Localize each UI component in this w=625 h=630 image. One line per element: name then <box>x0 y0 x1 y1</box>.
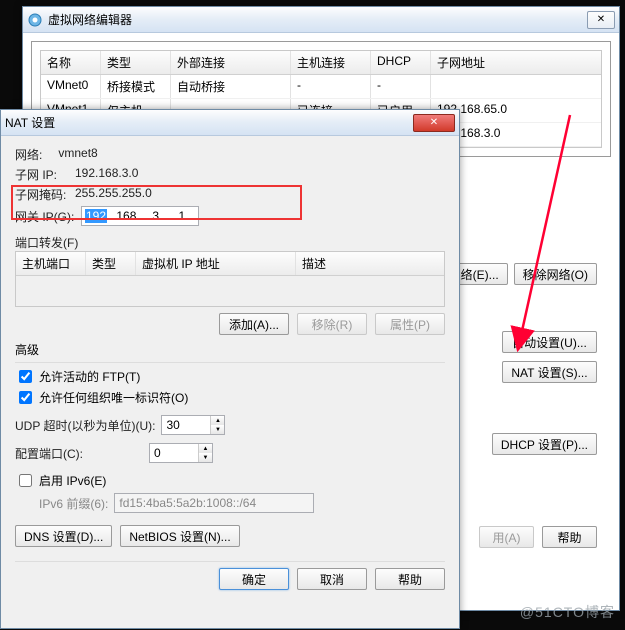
udp-timeout-label: UDP 超时(以秒为单位)(U): <box>15 417 155 434</box>
col-ext: 外部连接 <box>171 51 291 74</box>
allow-org-checkbox[interactable]: 允许任何组织唯一标识符(O) <box>15 388 445 407</box>
spin-up[interactable]: ▲ <box>199 444 212 453</box>
col-type: 类型 <box>101 51 171 74</box>
nat-body: 网络: vmnet8 子网 IP: 192.168.3.0 子网掩码: 255.… <box>1 136 459 628</box>
col-dhcp: DHCP <box>371 51 431 74</box>
app-icon <box>27 12 43 28</box>
network-label: 网络: <box>15 146 42 163</box>
spin-up[interactable]: ▲ <box>211 416 224 425</box>
nat-settings-dialog: NAT 设置 ✕ 网络: vmnet8 子网 IP: 192.168.3.0 子… <box>0 109 460 629</box>
dns-settings-button[interactable]: DNS 设置(D)... <box>15 525 112 547</box>
config-port-input[interactable] <box>150 444 198 462</box>
spin-down[interactable]: ▼ <box>199 453 212 462</box>
ipv6-check-input[interactable] <box>19 474 32 487</box>
config-port-label: 配置端口(C): <box>15 445 143 462</box>
config-port-spinner[interactable]: ▲▼ <box>149 443 213 463</box>
table-header: 名称 类型 外部连接 主机连接 DHCP 子网地址 <box>41 51 601 75</box>
help-button[interactable]: 帮助 <box>375 568 445 590</box>
port-forward-label: 端口转发(F) <box>15 234 445 251</box>
nat-titlebar: NAT 设置 ✕ <box>1 110 459 136</box>
ipv6-prefix-input <box>114 493 314 513</box>
col-vmip: 虚拟机 IP 地址 <box>136 252 296 275</box>
pf-add-button[interactable]: 添加(A)... <box>219 313 289 335</box>
ip-octet-3[interactable]: 3 <box>152 209 159 223</box>
col-subnet: 子网地址 <box>431 51 601 74</box>
org-check-input[interactable] <box>19 391 32 404</box>
ipv6-prefix-label: IPv6 前缀(6): <box>39 495 108 512</box>
allow-ftp-checkbox[interactable]: 允许活动的 FTP(T) <box>15 367 445 386</box>
ip-octet-1[interactable]: 192 <box>85 209 107 223</box>
pf-header: 主机端口 类型 虚拟机 IP 地址 描述 <box>16 252 444 276</box>
cancel-button[interactable]: 取消 <box>297 568 367 590</box>
advanced-label: 高级 <box>15 341 445 358</box>
pf-remove-button: 移除(R) <box>297 313 367 335</box>
watermark: @51CTO博客 <box>520 602 615 622</box>
port-forward-table: 主机端口 类型 虚拟机 IP 地址 描述 <box>15 251 445 307</box>
ip-octet-2[interactable]: 168 <box>116 209 136 223</box>
apply-button: 用(A) <box>479 526 534 548</box>
window-title: 虚拟网络编辑器 <box>48 11 132 28</box>
close-button[interactable]: ✕ <box>413 114 455 132</box>
gateway-label: 网关 IP(G): <box>15 208 75 225</box>
close-button[interactable]: ✕ <box>587 11 615 29</box>
dialog-title: NAT 设置 <box>5 114 55 131</box>
udp-timeout-input[interactable] <box>162 416 210 434</box>
subnet-ip-value: 192.168.3.0 <box>75 166 138 183</box>
ip-octet-4[interactable]: 1 <box>178 209 185 223</box>
subnet-mask-label: 子网掩码: <box>15 186 69 203</box>
udp-timeout-spinner[interactable]: ▲▼ <box>161 415 225 435</box>
remove-network-button[interactable]: 移除网络(O) <box>514 263 597 285</box>
dhcp-settings-button[interactable]: DHCP 设置(P)... <box>492 433 597 455</box>
netbios-settings-button[interactable]: NetBIOS 设置(N)... <box>120 525 239 547</box>
auto-settings-button[interactable]: 自动设置(U)... <box>502 331 597 353</box>
nat-settings-button[interactable]: NAT 设置(S)... <box>502 361 597 383</box>
enable-ipv6-checkbox[interactable]: 启用 IPv6(E) <box>15 471 445 490</box>
subnet-mask-value: 255.255.255.0 <box>75 186 152 203</box>
col-hostport: 主机端口 <box>16 252 86 275</box>
ftp-check-input[interactable] <box>19 370 32 383</box>
subnet-ip-label: 子网 IP: <box>15 166 69 183</box>
titlebar: 虚拟网络编辑器 ✕ <box>23 7 619 33</box>
network-value: vmnet8 <box>58 146 97 163</box>
col-host: 主机连接 <box>291 51 371 74</box>
pf-props-button: 属性(P) <box>375 313 445 335</box>
col-desc: 描述 <box>296 252 444 275</box>
gateway-ip-input[interactable]: 192. 168 . 3 . 1 <box>81 206 199 226</box>
col-type: 类型 <box>86 252 136 275</box>
col-name: 名称 <box>41 51 101 74</box>
spin-down[interactable]: ▼ <box>211 425 224 434</box>
table-row[interactable]: VMnet0 桥接模式 自动桥接 - - <box>41 75 601 99</box>
help-button[interactable]: 帮助 <box>542 526 597 548</box>
ok-button[interactable]: 确定 <box>219 568 289 590</box>
